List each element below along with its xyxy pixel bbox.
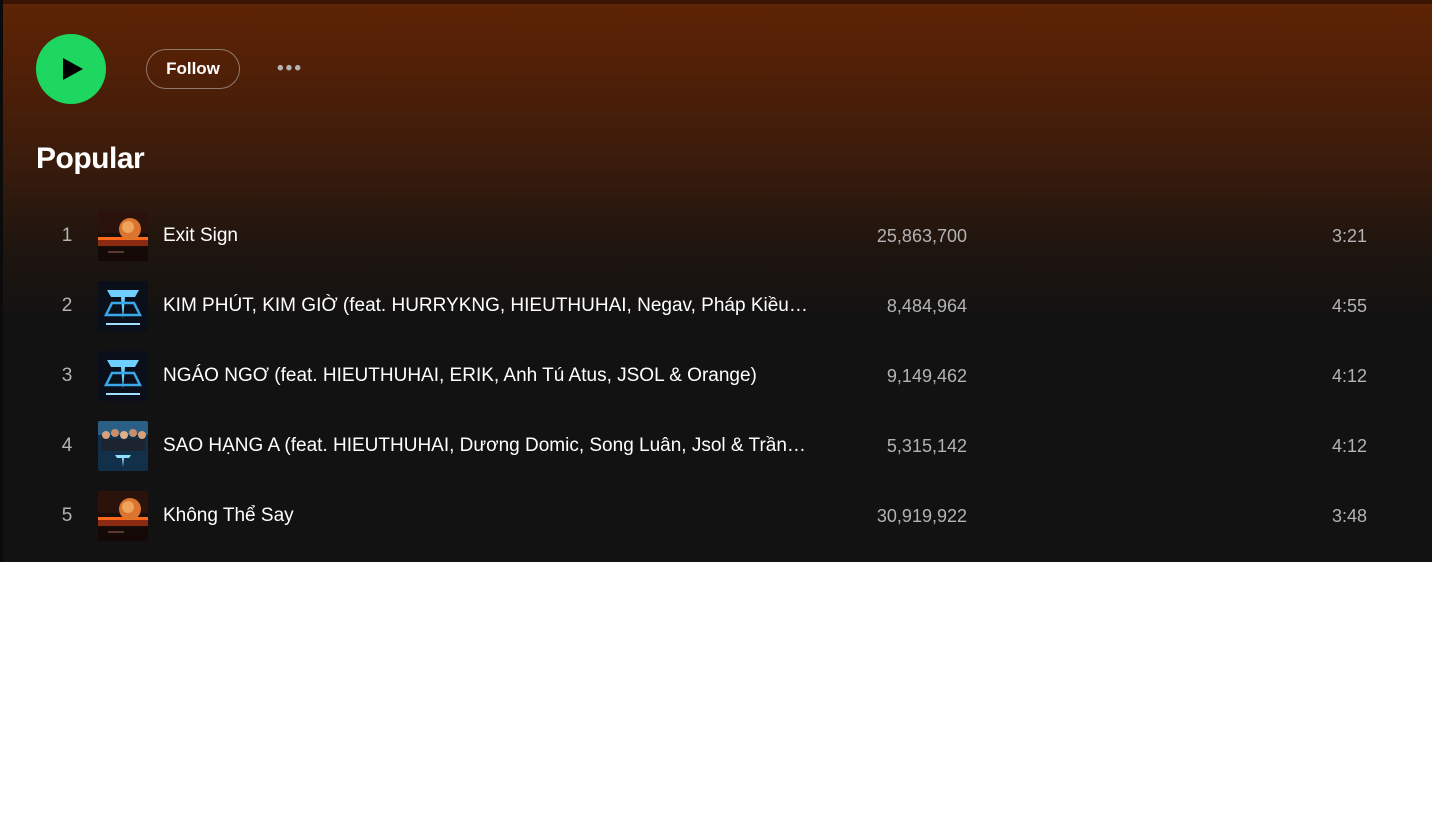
track-rank: 3: [61, 365, 73, 386]
track-play-count: 9,149,462: [886, 366, 967, 386]
anh-trai-say-hi-art: [98, 281, 148, 331]
track-rank: 5: [61, 505, 73, 526]
track-play-count: 8,484,964: [886, 296, 967, 316]
track-duration: 4:12: [1331, 436, 1367, 456]
track-title[interactable]: Exit Sign: [163, 206, 813, 266]
track-title[interactable]: NGÁO NGƠ (feat. HIEUTHUHAI, ERIK, Anh Tú…: [163, 346, 813, 406]
track-row[interactable]: 4 SAO HẠNG A (feat. HIEUTHUHAI, Dương Do…: [39, 416, 1399, 476]
track-play-count: 25,863,700: [876, 226, 967, 246]
track-row[interactable]: 1 Exit Sign 25,863,700 3:21: [39, 206, 1399, 266]
follow-button[interactable]: Follow: [146, 49, 240, 89]
track-row[interactable]: 5 Không Thể Say 30,919,922 3:48: [39, 486, 1399, 546]
track-duration: 4:12: [1331, 366, 1367, 386]
track-title[interactable]: Không Thể Say: [163, 486, 813, 546]
artist-page-panel: Follow ••• Popular 1 Exit Sign 25,863,70…: [0, 0, 1432, 562]
sunset-album-art: [98, 491, 148, 541]
group-photo-art: [98, 421, 148, 471]
track-row[interactable]: 2 KIM PHÚT, KIM GIỜ (feat. HURRYKNG, HIE…: [39, 276, 1399, 336]
track-rank: 4: [61, 435, 73, 456]
play-icon: [63, 58, 83, 80]
track-title[interactable]: KIM PHÚT, KIM GIỜ (feat. HURRYKNG, HIEUT…: [163, 276, 813, 336]
play-button[interactable]: [36, 34, 106, 104]
track-title[interactable]: SAO HẠNG A (feat. HIEUTHUHAI, Dương Domi…: [163, 416, 813, 476]
sunset-album-art: [98, 211, 148, 261]
track-play-count: 5,315,142: [886, 436, 967, 456]
more-options-button[interactable]: •••: [269, 56, 311, 82]
track-duration: 3:21: [1331, 226, 1367, 246]
track-play-count: 30,919,922: [876, 506, 967, 526]
more-options-icon: •••: [277, 58, 303, 79]
track-rank: 1: [61, 225, 73, 246]
anh-trai-say-hi-art: [98, 351, 148, 401]
top-edge: [3, 0, 1432, 4]
track-duration: 4:55: [1331, 296, 1367, 316]
section-title-popular: Popular: [36, 142, 145, 175]
track-duration: 3:48: [1331, 506, 1367, 526]
track-row[interactable]: 3 NGÁO NGƠ (feat. HIEUTHUHAI, ERIK, Anh …: [39, 346, 1399, 406]
track-rank: 2: [61, 295, 73, 316]
